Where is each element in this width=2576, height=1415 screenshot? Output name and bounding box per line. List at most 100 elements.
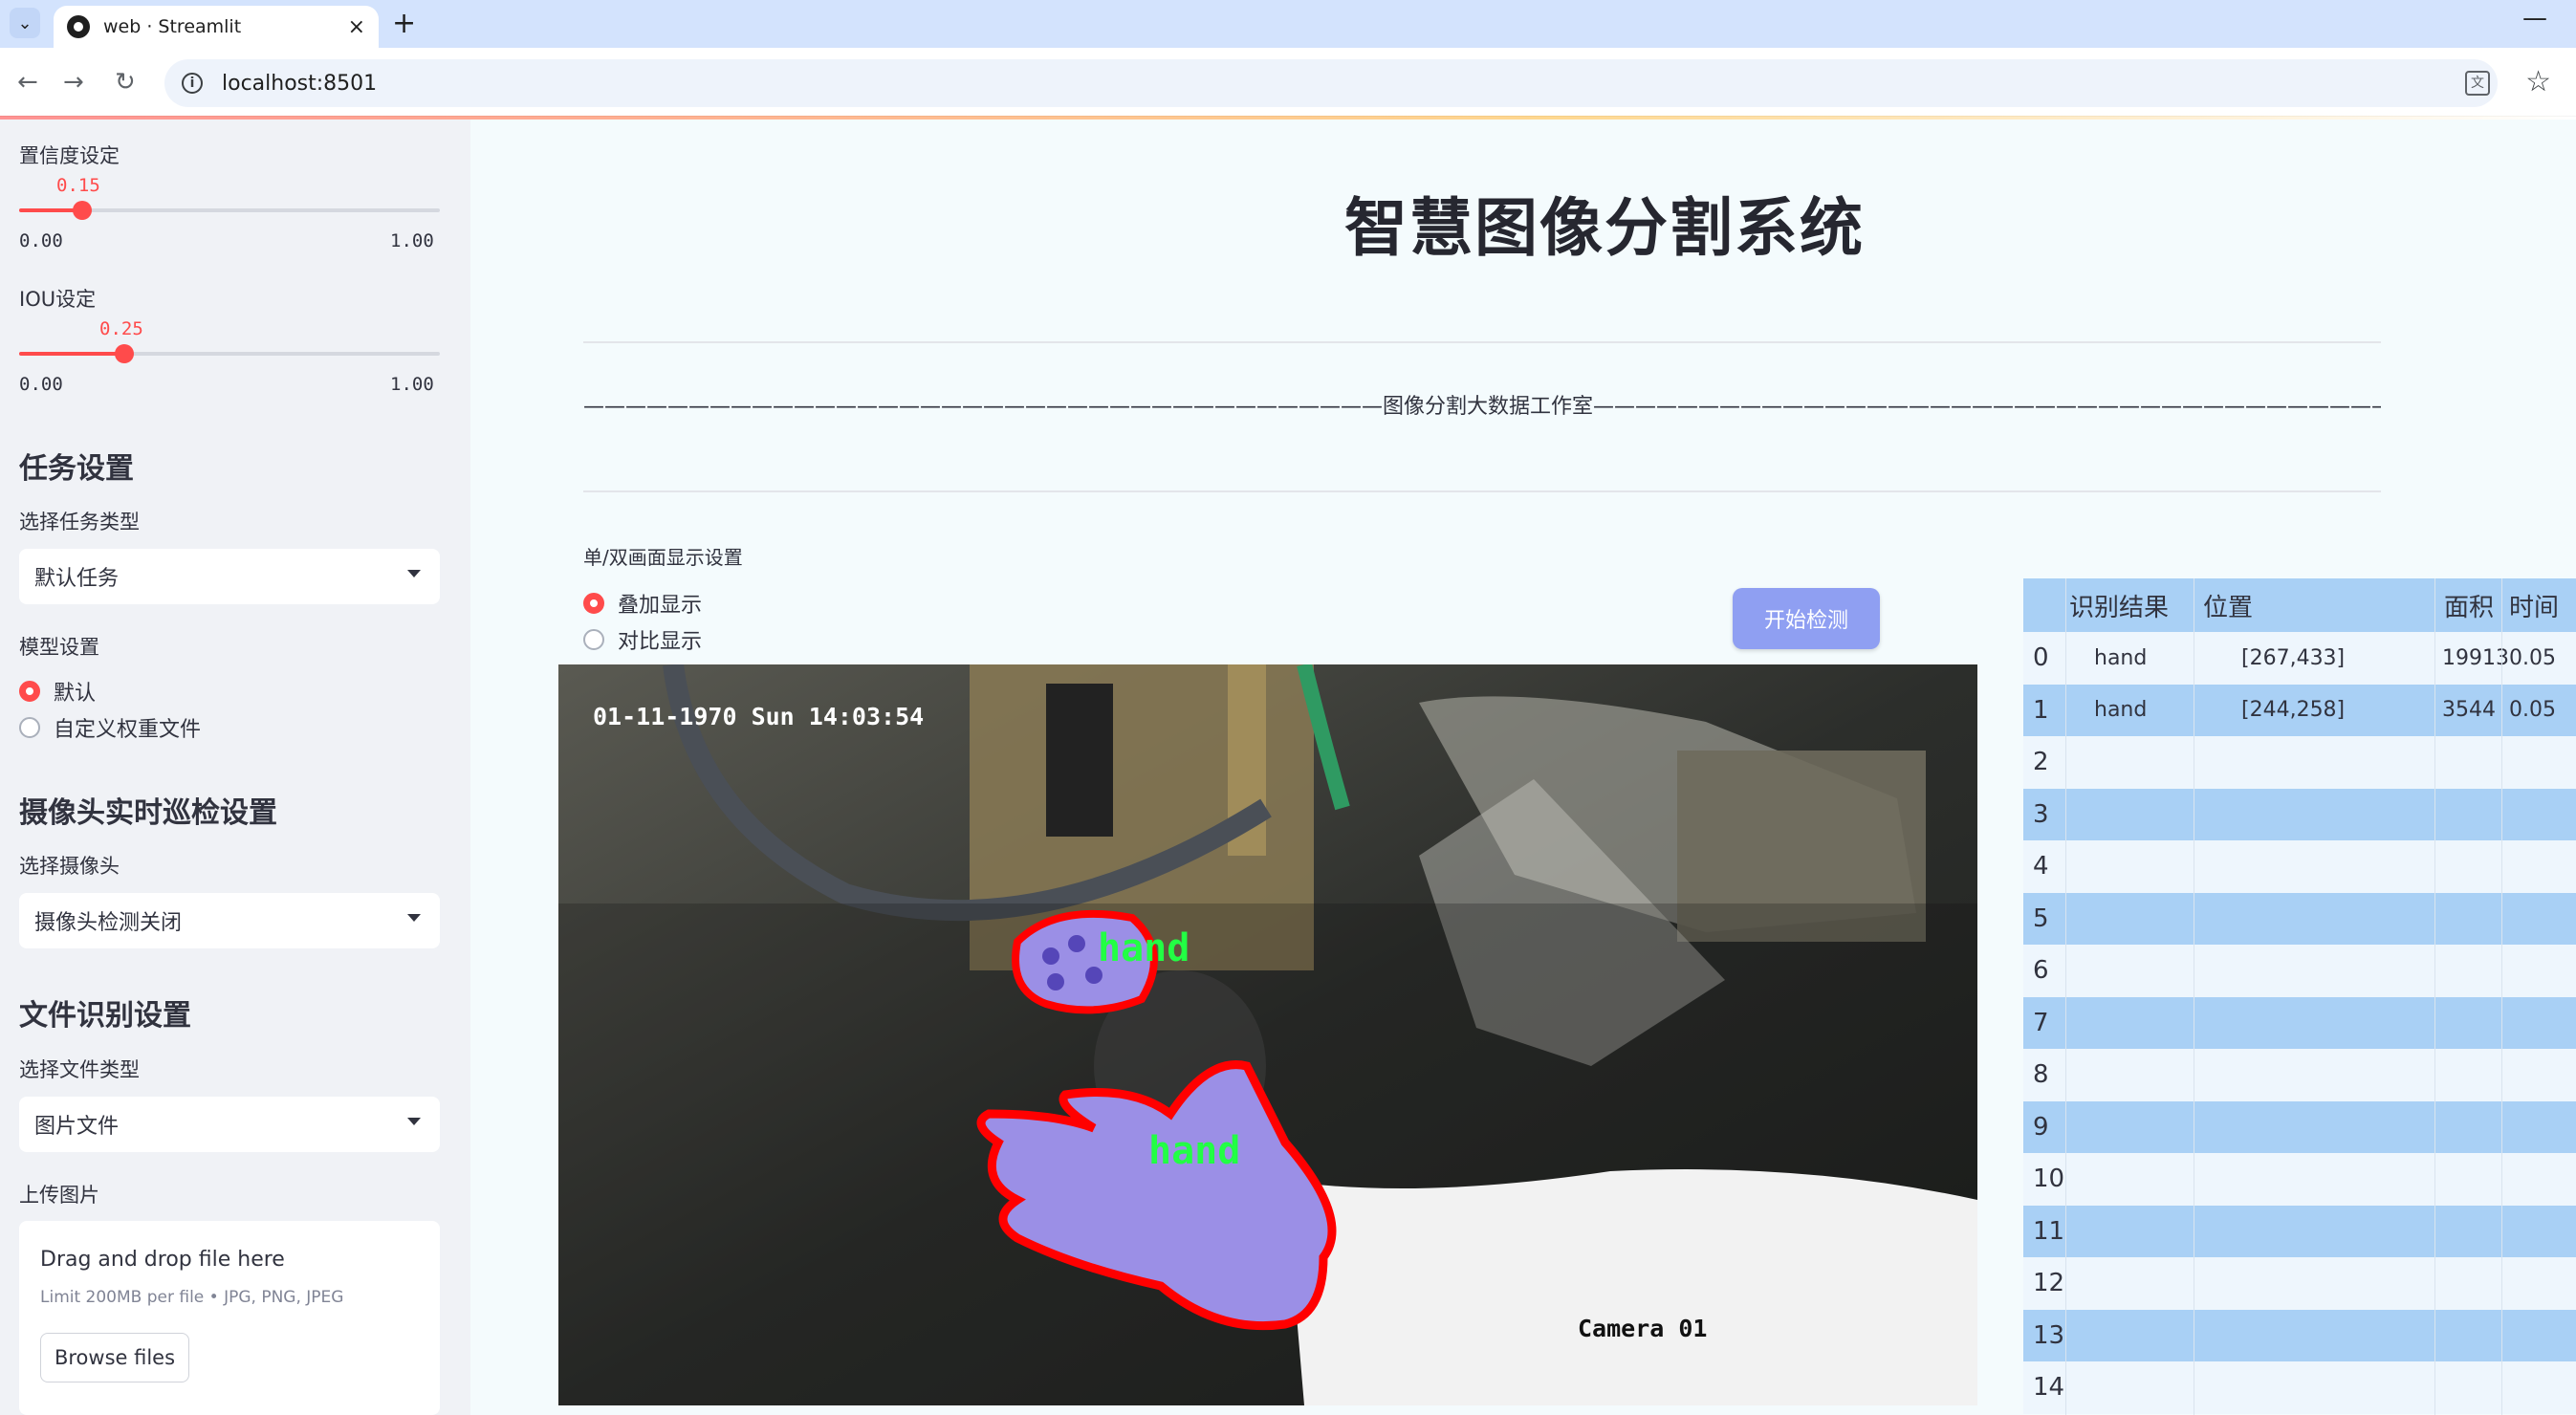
col-header-time[interactable]: 时间: [2509, 578, 2559, 632]
table-row[interactable]: 0 hand [267,433] 19913 0.05: [2023, 632, 2576, 685]
table-row[interactable]: 14: [2023, 1361, 2576, 1414]
task-type-select[interactable]: 默认任务: [19, 549, 440, 604]
row-index: 10: [2033, 1165, 2065, 1194]
tab-title: web · Streamlit: [103, 16, 242, 37]
table-gridline: [2065, 578, 2066, 1415]
table-row[interactable]: 13: [2023, 1309, 2576, 1361]
radio-unselected-icon[interactable]: [583, 629, 604, 650]
iou-slider[interactable]: [19, 344, 440, 363]
confidence-value: 0.15: [56, 175, 100, 196]
file-settings-heading: 文件识别设置: [19, 999, 191, 1033]
bookmark-star-icon[interactable]: ☆: [2525, 65, 2551, 98]
task-type-value: 默认任务: [34, 567, 120, 591]
back-arrow-icon[interactable]: ←: [17, 65, 38, 99]
row-index: 4: [2033, 852, 2049, 882]
camera-settings-heading: 摄像头实时巡检设置: [19, 796, 277, 830]
file-type-select[interactable]: 图片文件: [19, 1097, 440, 1152]
divider-bottom: [583, 490, 2381, 492]
url-text: localhost:8501: [222, 71, 378, 96]
cell-area: 3544: [2442, 698, 2496, 723]
table-row[interactable]: 12: [2023, 1257, 2576, 1310]
row-index: 14: [2033, 1373, 2065, 1403]
iou-slider-thumb[interactable]: [115, 344, 134, 363]
studio-divider-text: ——————————————————————————————————————图像…: [583, 395, 2381, 419]
address-bar: ← → ↻ i localhost:8501 文 ☆: [0, 48, 2576, 117]
radio-selected-icon[interactable]: [19, 681, 40, 702]
col-header-position[interactable]: 位置: [2203, 578, 2253, 632]
video-camera-label: Camera 01: [1578, 1315, 1708, 1342]
display-option-overlay[interactable]: 叠加显示: [583, 588, 702, 619]
camera-select[interactable]: 摄像头检测关闭: [19, 893, 440, 948]
table-row[interactable]: 10: [2023, 1153, 2576, 1206]
cell-time: 0.05: [2509, 698, 2556, 723]
row-index: 1: [2033, 695, 2049, 725]
forward-arrow-icon[interactable]: →: [63, 65, 84, 99]
table-gridline: [2501, 578, 2502, 1415]
iou-label: IOU设定: [19, 288, 97, 311]
col-header-result[interactable]: 识别结果: [2069, 578, 2169, 632]
confidence-slider[interactable]: [19, 201, 440, 220]
cell-result: hand: [2094, 645, 2148, 670]
uploader-title: Drag and drop file here: [40, 1248, 285, 1272]
uploader-limit: Limit 200MB per file • JPG, PNG, JPEG: [40, 1288, 344, 1307]
cell-result: hand: [2094, 698, 2148, 723]
confidence-slider-thumb[interactable]: [73, 201, 92, 220]
browser-tabbar: ⌄ web · Streamlit × + —: [0, 0, 2576, 48]
radio-unselected-icon[interactable]: [19, 717, 40, 738]
tab-search-chevron-icon[interactable]: ⌄: [10, 8, 40, 38]
translate-icon[interactable]: 文: [2465, 71, 2490, 96]
url-omnibox[interactable]: i localhost:8501: [164, 59, 2498, 107]
iou-slider-fill: [19, 352, 124, 356]
table-row[interactable]: 3: [2023, 788, 2576, 840]
confidence-max: 1.00: [390, 230, 434, 251]
table-row[interactable]: 1 hand [244,258] 3544 0.05: [2023, 684, 2576, 736]
table-row[interactable]: 2: [2023, 736, 2576, 789]
page-title: 智慧图像分割系统: [1344, 191, 1865, 265]
display-option-label: 对比显示: [618, 630, 703, 654]
row-index: 3: [2033, 799, 2049, 829]
cell-time: 0.05: [2509, 645, 2556, 670]
site-info-icon[interactable]: i: [182, 73, 203, 94]
model-settings-label: 模型设置: [19, 636, 99, 659]
file-uploader-dropzone[interactable]: Drag and drop file here Limit 200MB per …: [19, 1221, 440, 1415]
camera-select-value: 摄像头检测关闭: [34, 911, 183, 935]
camera-select-label: 选择摄像头: [19, 855, 120, 878]
new-tab-plus-icon[interactable]: +: [392, 8, 416, 40]
table-row[interactable]: 11: [2023, 1205, 2576, 1257]
table-row[interactable]: 9: [2023, 1100, 2576, 1153]
confidence-label: 置信度设定: [19, 144, 120, 167]
cell-position: [244,258]: [2241, 698, 2346, 723]
main-content: 智慧图像分割系统 ———————————————————————————————…: [470, 120, 2576, 1415]
results-table[interactable]: 识别结果 位置 面积 时间 0 hand [267,433] 19913 0.05 1 ha…: [2023, 578, 2576, 1415]
col-header-area[interactable]: 面积: [2444, 578, 2494, 632]
video-timestamp: 01-11-1970 Sun 14:03:54: [593, 703, 925, 730]
table-row[interactable]: 8: [2023, 1049, 2576, 1101]
table-row[interactable]: 5: [2023, 892, 2576, 945]
row-index: 5: [2033, 903, 2049, 933]
table-row[interactable]: 7: [2023, 996, 2576, 1049]
model-option-custom[interactable]: 自定义权重文件: [19, 712, 201, 743]
display-option-compare[interactable]: 对比显示: [583, 624, 702, 655]
camera-scene: hand hand: [558, 664, 1977, 1405]
table-row[interactable]: 4: [2023, 840, 2576, 893]
file-type-label: 选择文件类型: [19, 1058, 140, 1081]
browse-files-button[interactable]: Browse files: [40, 1333, 189, 1382]
row-index: 9: [2033, 1112, 2049, 1142]
close-tab-icon[interactable]: ×: [348, 15, 365, 39]
row-index: 2: [2033, 748, 2049, 777]
iou-value: 0.25: [99, 318, 143, 339]
minimize-window-icon[interactable]: —: [2522, 4, 2547, 33]
reload-icon[interactable]: ↻: [115, 65, 136, 99]
row-index: 12: [2033, 1269, 2065, 1298]
confidence-min: 0.00: [19, 230, 63, 251]
chevron-down-icon: [407, 914, 421, 922]
start-detection-button[interactable]: 开始检测: [1733, 588, 1880, 649]
task-settings-heading: 任务设置: [19, 452, 134, 486]
model-option-default[interactable]: 默认: [19, 676, 96, 707]
table-gridline: [2434, 578, 2435, 1415]
browser-tab[interactable]: web · Streamlit ×: [54, 6, 379, 48]
detection-video-frame: hand hand 01-11-1970 Sun 14:03:54 Camera…: [558, 664, 1977, 1405]
radio-selected-icon[interactable]: [583, 593, 604, 614]
chevron-down-icon: [407, 570, 421, 577]
table-row[interactable]: 6: [2023, 945, 2576, 997]
